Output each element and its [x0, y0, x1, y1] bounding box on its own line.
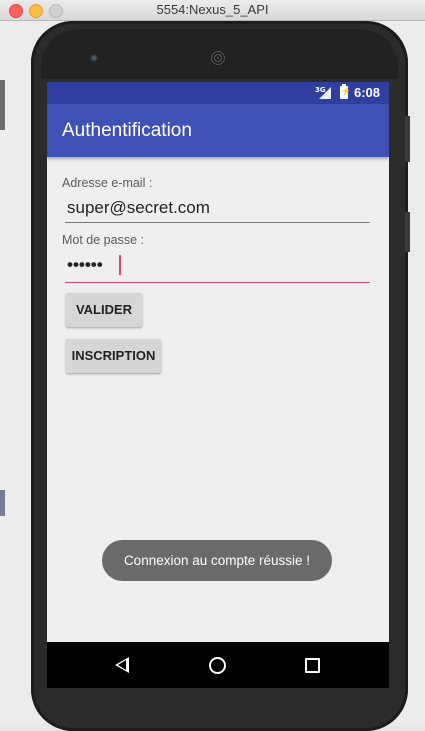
home-icon[interactable]: [209, 657, 226, 674]
status-bar: 3G 6:08: [47, 82, 389, 104]
app-bar: Authentification: [47, 104, 389, 157]
password-label: Mot de passe :: [62, 233, 144, 247]
email-label: Adresse e-mail :: [62, 176, 153, 190]
window-titlebar: 5554:Nexus_5_API: [0, 0, 425, 21]
app-title: Authentification: [62, 120, 192, 141]
battery-charging-icon: [340, 84, 351, 99]
speaker-grille-icon: [209, 49, 227, 67]
validate-button[interactable]: VALIDER: [66, 293, 142, 327]
status-time: 6:08: [354, 85, 381, 100]
navigation-bar: [47, 642, 389, 688]
signup-button[interactable]: INSCRIPTION: [66, 339, 161, 373]
front-camera-icon: [89, 53, 99, 63]
text-cursor: [119, 255, 121, 275]
signal-icon: [319, 87, 331, 99]
toast-message: Connexion au compte réussie !: [102, 540, 332, 581]
window-title: 5554:Nexus_5_API: [156, 2, 269, 17]
recent-apps-icon[interactable]: [305, 658, 320, 673]
email-value: super@secret.com: [67, 198, 210, 217]
left-edge-strip: [0, 490, 5, 516]
email-field[interactable]: super@secret.com: [65, 196, 370, 223]
volume-button[interactable]: [405, 212, 410, 252]
password-field[interactable]: ••••••: [65, 253, 370, 283]
device-screen: 3G 6:08 Authentification Adresse e-mail …: [47, 82, 389, 642]
left-edge-strip: [0, 80, 5, 130]
password-value: ••••••: [67, 255, 103, 274]
back-icon[interactable]: [115, 657, 129, 673]
power-button[interactable]: [405, 116, 410, 162]
